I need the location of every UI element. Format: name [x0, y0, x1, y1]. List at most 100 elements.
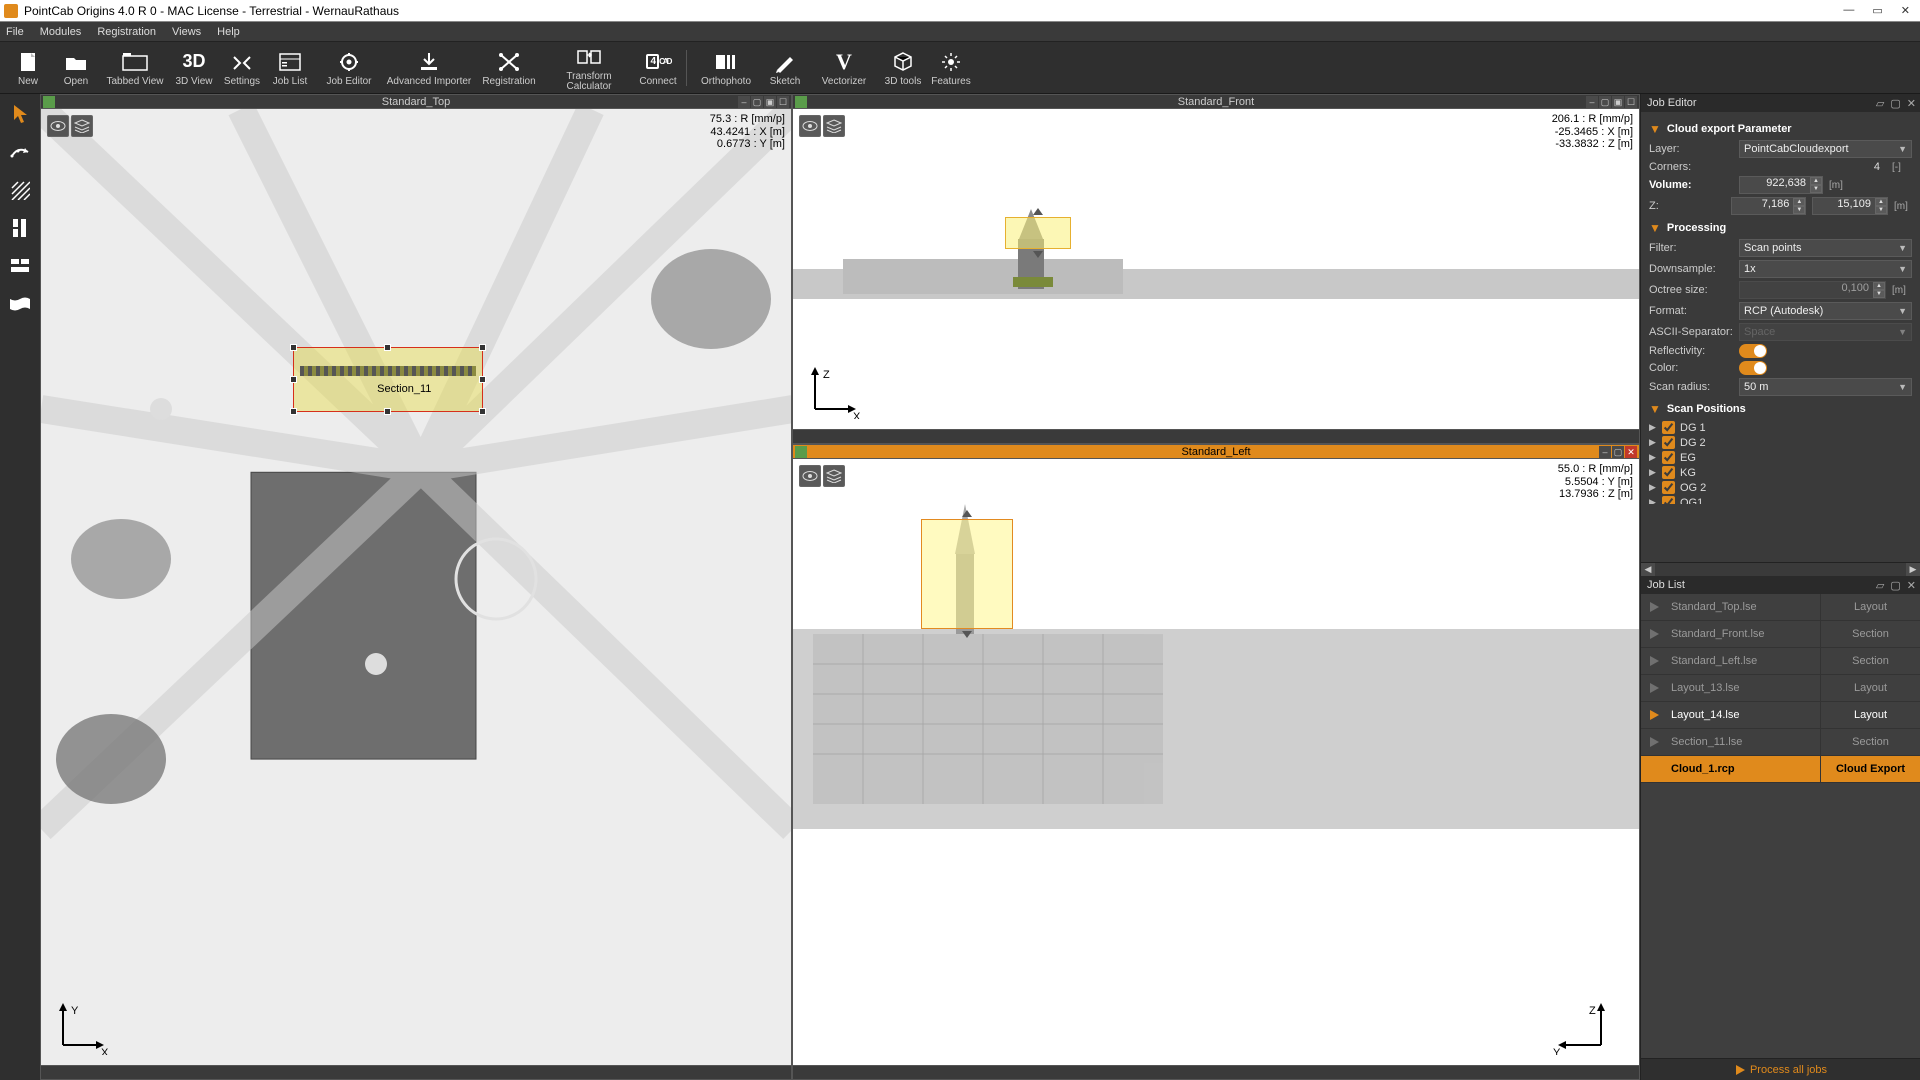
vectorizer-icon: V: [830, 49, 858, 75]
scanpos-checkbox[interactable]: [1662, 436, 1675, 449]
scanpos-checkbox[interactable]: [1662, 451, 1675, 464]
eye-icon[interactable]: [799, 115, 821, 137]
popout-icon[interactable]: ▱: [1876, 579, 1884, 592]
job-editor-header[interactable]: Job Editor ▱▢✕: [1641, 94, 1920, 112]
viewport-top[interactable]: Standard_Top –▢▣☐: [40, 94, 792, 1080]
tb-3d-tools[interactable]: 3D tools: [879, 42, 927, 94]
menu-help[interactable]: Help: [217, 26, 240, 38]
vp-min-icon[interactable]: –: [738, 96, 750, 108]
vp-max2-icon[interactable]: ▣: [764, 96, 776, 108]
tb-features[interactable]: Features: [927, 42, 975, 94]
tb-orthophoto[interactable]: Orthophoto: [691, 42, 761, 94]
reflectivity-toggle[interactable]: [1739, 344, 1767, 358]
job-name: Cloud_1.rcp: [1667, 763, 1820, 775]
scanpos-checkbox[interactable]: [1662, 466, 1675, 479]
job-type: Layout: [1820, 702, 1920, 728]
job-list-row[interactable]: Layout_13.lseLayout: [1641, 675, 1920, 702]
layers-icon[interactable]: [823, 115, 845, 137]
viewport-top-titlebar[interactable]: Standard_Top –▢▣☐: [41, 95, 791, 109]
tb-new[interactable]: New: [4, 42, 52, 94]
spin-down-icon[interactable]: ▼: [1810, 185, 1822, 193]
lt-section-horiz[interactable]: [6, 252, 34, 280]
ascii-combo[interactable]: Space▼: [1739, 323, 1912, 341]
chevron-down-icon: ▼: [1649, 402, 1661, 416]
viewport-left[interactable]: Standard_Left –▢✕: [792, 444, 1640, 1080]
job-list-row[interactable]: Standard_Top.lseLayout: [1641, 594, 1920, 621]
lt-pointer[interactable]: [6, 100, 34, 128]
close-icon[interactable]: ✕: [1901, 4, 1910, 17]
tb-job-list[interactable]: Job List: [266, 42, 314, 94]
job-list: Standard_Top.lseLayoutStandard_Front.lse…: [1641, 594, 1920, 1080]
scanpos-checkbox[interactable]: [1662, 496, 1675, 504]
viewport-left-titlebar[interactable]: Standard_Left –▢✕: [793, 445, 1639, 459]
close-panel-icon[interactable]: ✕: [1907, 579, 1916, 592]
job-list-row[interactable]: Standard_Left.lseSection: [1641, 648, 1920, 675]
eye-icon[interactable]: [799, 465, 821, 487]
job-name: Standard_Front.lse: [1667, 628, 1820, 640]
selection-front[interactable]: [1005, 217, 1071, 249]
format-combo[interactable]: RCP (Autodesk)▼: [1739, 302, 1912, 320]
section-cloud-export[interactable]: ▼Cloud export Parameter: [1649, 122, 1912, 136]
spin-up-icon[interactable]: ▲: [1810, 177, 1822, 185]
viewport-front[interactable]: Standard_Front –▢▣☐: [792, 94, 1640, 444]
tb-registration[interactable]: Registration: [474, 42, 544, 94]
tb-settings[interactable]: Settings: [218, 42, 266, 94]
layer-combo[interactable]: PointCabCloudexport▼: [1739, 140, 1912, 158]
job-list-row[interactable]: Section_11.lseSection: [1641, 729, 1920, 756]
menu-modules[interactable]: Modules: [40, 26, 82, 38]
tb-transform-calculator[interactable]: Transform Calculator: [544, 42, 634, 94]
job-editor-hscroll[interactable]: ◀▶: [1641, 562, 1920, 576]
tb-tabbed-view[interactable]: Tabbed View: [100, 42, 170, 94]
viewport-left-hscroll[interactable]: [793, 1065, 1639, 1079]
svg-text:X: X: [101, 1047, 109, 1055]
scanpos-checkbox[interactable]: [1662, 421, 1675, 434]
viewport-front-controls: [799, 115, 845, 137]
section-scan-positions[interactable]: ▼Scan Positions: [1649, 402, 1912, 416]
minimize-icon[interactable]: —: [1843, 4, 1854, 17]
filter-combo[interactable]: Scan points▼: [1739, 239, 1912, 257]
job-list-row[interactable]: Standard_Front.lseSection: [1641, 621, 1920, 648]
menu-registration[interactable]: Registration: [97, 26, 156, 38]
lt-section-vert[interactable]: [6, 214, 34, 242]
restore-icon[interactable]: ▢: [1890, 579, 1900, 592]
scanpos-checkbox[interactable]: [1662, 481, 1675, 494]
octree-input[interactable]: 0,100: [1739, 281, 1886, 299]
restore-icon[interactable]: ▢: [1890, 97, 1900, 110]
job-list-row[interactable]: Cloud_1.rcpCloud Export: [1641, 756, 1920, 783]
section-processing[interactable]: ▼Processing: [1649, 221, 1912, 235]
scan-positions-tree[interactable]: ▶DG 1 ▶DG 2 ▶EG ▶KG ▶OG 2 ▶OG1: [1649, 420, 1912, 504]
tb-open[interactable]: Open: [52, 42, 100, 94]
layers-icon[interactable]: [823, 465, 845, 487]
tb-advanced-importer[interactable]: Advanced Importer: [384, 42, 474, 94]
viewport-top-hscroll[interactable]: [41, 1065, 791, 1079]
tb-vectorizer[interactable]: VVectorizer: [809, 42, 879, 94]
menu-views[interactable]: Views: [172, 26, 201, 38]
selection-left[interactable]: [921, 519, 1013, 629]
viewport-front-titlebar[interactable]: Standard_Front –▢▣☐: [793, 95, 1639, 109]
color-toggle[interactable]: [1739, 361, 1767, 375]
eye-icon[interactable]: [47, 115, 69, 137]
downsample-combo[interactable]: 1x▼: [1739, 260, 1912, 278]
tb-connect[interactable]: 4CADConnect: [634, 42, 682, 94]
popout-icon[interactable]: ▱: [1876, 97, 1884, 110]
scan-radius-combo[interactable]: 50 m▼: [1739, 378, 1912, 396]
layers-icon[interactable]: [71, 115, 93, 137]
close-panel-icon[interactable]: ✕: [1907, 97, 1916, 110]
tb-3d-view[interactable]: 3D3D View: [170, 42, 218, 94]
play-icon: [1641, 735, 1667, 749]
vp-max-icon[interactable]: ▢: [751, 96, 763, 108]
lt-hatch[interactable]: [6, 176, 34, 204]
tb-job-editor[interactable]: Job Editor: [314, 42, 384, 94]
vp-close-icon[interactable]: ☐: [777, 96, 789, 108]
menu-file[interactable]: File: [6, 26, 24, 38]
selection-section-11[interactable]: Section_11: [293, 347, 483, 412]
lt-panorama[interactable]: [6, 290, 34, 318]
tb-sketch[interactable]: Sketch: [761, 42, 809, 94]
process-all-jobs-button[interactable]: Process all jobs: [1641, 1058, 1920, 1080]
maximize-icon[interactable]: ▭: [1872, 4, 1882, 17]
job-name: Layout_14.lse: [1667, 709, 1820, 721]
viewport-front-hscroll[interactable]: [793, 429, 1639, 443]
job-list-header[interactable]: Job List ▱▢✕: [1641, 576, 1920, 594]
lt-navigate[interactable]: [6, 138, 34, 166]
job-list-row[interactable]: Layout_14.lseLayout: [1641, 702, 1920, 729]
